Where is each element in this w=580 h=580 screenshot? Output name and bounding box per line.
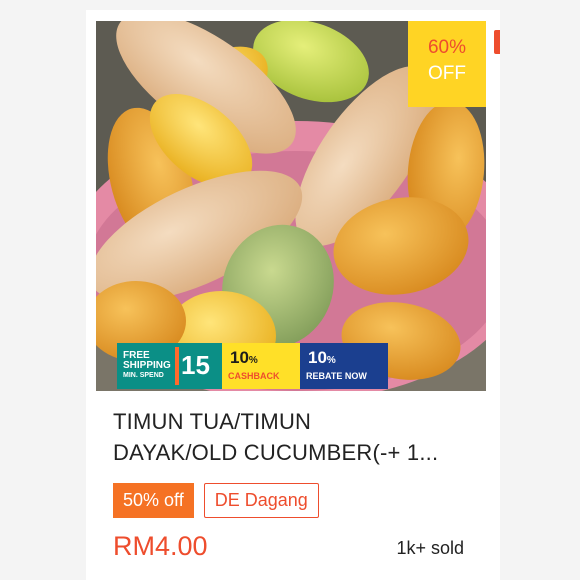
left-gutter [0,0,86,580]
product-title-line1: TIMUN TUA/TIMUN [113,409,312,434]
next-card-edge [494,30,500,54]
rebate-label: REBATE NOW [306,371,367,381]
free-shipping-min-spend: MIN. SPEND [123,372,164,379]
free-shipping-text: FREE SHIPPING MIN. SPEND [123,351,171,380]
shipping-divider [175,347,179,385]
product-price: RM4.00 [113,531,208,561]
product-card-page: 60% OFF FREE SHIPPING MIN. SPEND 15 10% … [0,0,580,580]
product-tags: 50% off DE Dagang [113,483,319,518]
product-title-line2: DAYAK/OLD CUCUMBER(-+ 1... [113,440,439,465]
rebate-value: 10 [308,348,327,367]
top-divider [86,0,500,10]
discount-badge-percent: 60% [427,37,467,58]
discount-badge: 60% OFF [408,21,486,107]
rebate-promo: 10% REBATE NOW [300,343,388,389]
cashback-value: 10 [230,348,249,367]
free-shipping-promo: FREE SHIPPING MIN. SPEND 15 [117,343,222,389]
product-title[interactable]: TIMUN TUA/TIMUN DAYAK/OLD CUCUMBER(-+ 1.… [113,406,483,468]
shop-tag[interactable]: DE Dagang [203,483,319,518]
rebate-percent-sign: % [326,355,336,366]
cashback-promo: 10% CASHBACK [222,343,300,389]
discount-tag: 50% off [113,483,194,518]
cashback-percent-sign: % [248,355,258,366]
discount-badge-off: OFF [428,63,466,84]
free-shipping-line2: SHIPPING [123,360,171,371]
sold-count: 1k+ sold [396,538,464,558]
promo-banner: FREE SHIPPING MIN. SPEND 15 10% CASHBACK… [117,343,388,389]
rebate-value-row: 10% [308,349,336,370]
cashback-label: CASHBACK [228,371,280,381]
cashback-value-row: 10% [230,349,258,370]
right-gutter [500,0,580,580]
free-shipping-amount: 15 [181,350,210,380]
